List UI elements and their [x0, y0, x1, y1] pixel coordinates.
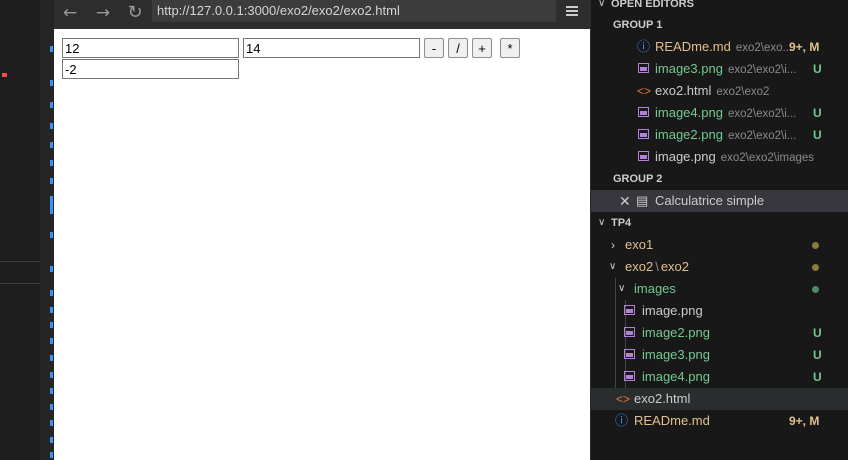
change-marker: [50, 355, 53, 361]
image-file-icon: [638, 107, 649, 117]
tree-file-active[interactable]: <> exo2.html: [591, 388, 848, 410]
image-file-icon: [624, 349, 635, 359]
number-b-input[interactable]: [243, 38, 420, 58]
tree-file[interactable]: image2.png U: [591, 322, 848, 344]
info-icon: ⓘ: [637, 39, 651, 54]
divider: [0, 261, 40, 262]
chevron-down-icon: ∨: [598, 217, 606, 228]
hamburger-menu-icon[interactable]: [562, 2, 582, 22]
image-file-icon: [638, 63, 649, 73]
browser-preview-icon: ▤: [636, 193, 649, 208]
editor-gutter-strip: [0, 0, 54, 460]
arrow-left-icon[interactable]: ←: [59, 3, 81, 23]
change-marker: [50, 452, 53, 458]
change-marker: [50, 338, 53, 344]
html-file-icon: <>: [616, 392, 631, 406]
untracked-dot: [812, 286, 819, 293]
change-marker: [50, 178, 53, 184]
image-file-icon: [624, 371, 635, 381]
close-icon[interactable]: ✕: [619, 190, 631, 212]
multiply-button[interactable]: *: [500, 38, 520, 58]
change-marker: [50, 372, 53, 378]
arrow-right-icon[interactable]: →: [92, 3, 114, 23]
project-header[interactable]: ∨ TP4: [591, 212, 848, 234]
change-marker: [50, 123, 53, 129]
tree-file[interactable]: image.png: [591, 300, 848, 322]
image-file-icon: [638, 151, 649, 161]
open-editor-item[interactable]: image2.png exo2\exo2\i... U: [591, 124, 848, 146]
image-file-icon: [638, 129, 649, 139]
tree-file[interactable]: image3.png U: [591, 344, 848, 366]
change-marker: [50, 80, 53, 86]
open-editor-item[interactable]: image4.png exo2\exo2\i... U: [591, 102, 848, 124]
reload-icon[interactable]: ↻: [124, 3, 146, 23]
chevron-down-icon: ∨: [618, 283, 626, 294]
open-editors-header[interactable]: ∨ OPEN EDITORS: [591, 0, 848, 15]
open-editor-item[interactable]: ⓘ READme.md exo2\exo... 9+, M: [591, 36, 848, 58]
change-marker: [50, 46, 53, 52]
chevron-down-icon: ∨: [609, 261, 617, 272]
change-marker: [50, 322, 53, 328]
open-editor-item-active[interactable]: ✕ ▤ Calculatrice simple: [591, 190, 848, 212]
result-output[interactable]: [62, 59, 239, 79]
explorer-sidebar: ∨ OPEN EDITORS GROUP 1 ⓘ READme.md exo2\e…: [590, 0, 848, 460]
tree-folder-exo2[interactable]: ∨ exo2 \ exo2: [591, 256, 848, 278]
tree-folder-images[interactable]: ∨ images: [591, 278, 848, 300]
change-marker: [50, 266, 53, 272]
page-content: - / + *: [54, 29, 590, 460]
chevron-down-icon: ∨: [598, 0, 606, 9]
modified-dot: [812, 264, 819, 271]
image-file-icon: [624, 305, 635, 315]
modified-dot: [812, 242, 819, 249]
error-marker: [2, 73, 7, 77]
info-icon: ⓘ: [615, 413, 629, 428]
subtract-button[interactable]: -: [424, 38, 444, 58]
divider: [0, 283, 40, 284]
change-marker: [50, 142, 53, 148]
change-marker: [50, 420, 53, 426]
browser-toolbar: ← → ↻ http://127.0.0.1:3000/exo2/exo2/ex…: [54, 0, 590, 29]
tree-folder-exo1[interactable]: › exo1: [591, 234, 848, 256]
tree-file[interactable]: ⓘ READme.md 9+, M: [591, 410, 848, 432]
change-marker: [50, 196, 53, 214]
image-file-icon: [624, 327, 635, 337]
group-2-header[interactable]: GROUP 2: [591, 168, 848, 190]
open-editor-item[interactable]: <> exo2.html exo2\exo2: [591, 80, 848, 102]
change-marker: [50, 307, 53, 313]
change-marker: [50, 388, 53, 394]
divide-button[interactable]: /: [448, 38, 468, 58]
url-bar[interactable]: http://127.0.0.1:3000/exo2/exo2/exo2.htm…: [152, 0, 556, 22]
group-1-header[interactable]: GROUP 1: [591, 14, 848, 36]
change-marker: [50, 290, 53, 296]
change-marker: [50, 437, 53, 443]
add-button[interactable]: +: [472, 38, 492, 58]
change-marker: [50, 232, 53, 238]
html-file-icon: <>: [637, 84, 652, 98]
change-marker: [50, 160, 53, 166]
simple-browser: ← → ↻ http://127.0.0.1:3000/exo2/exo2/ex…: [54, 0, 590, 460]
change-marker: [50, 404, 53, 410]
change-marker: [50, 102, 53, 108]
tree-file[interactable]: image4.png U: [591, 366, 848, 388]
chevron-right-icon: ›: [611, 238, 615, 252]
open-editor-item[interactable]: image.png exo2\exo2\images: [591, 146, 848, 168]
number-a-input[interactable]: [62, 38, 239, 58]
open-editor-item[interactable]: image3.png exo2\exo2\i... U: [591, 58, 848, 80]
